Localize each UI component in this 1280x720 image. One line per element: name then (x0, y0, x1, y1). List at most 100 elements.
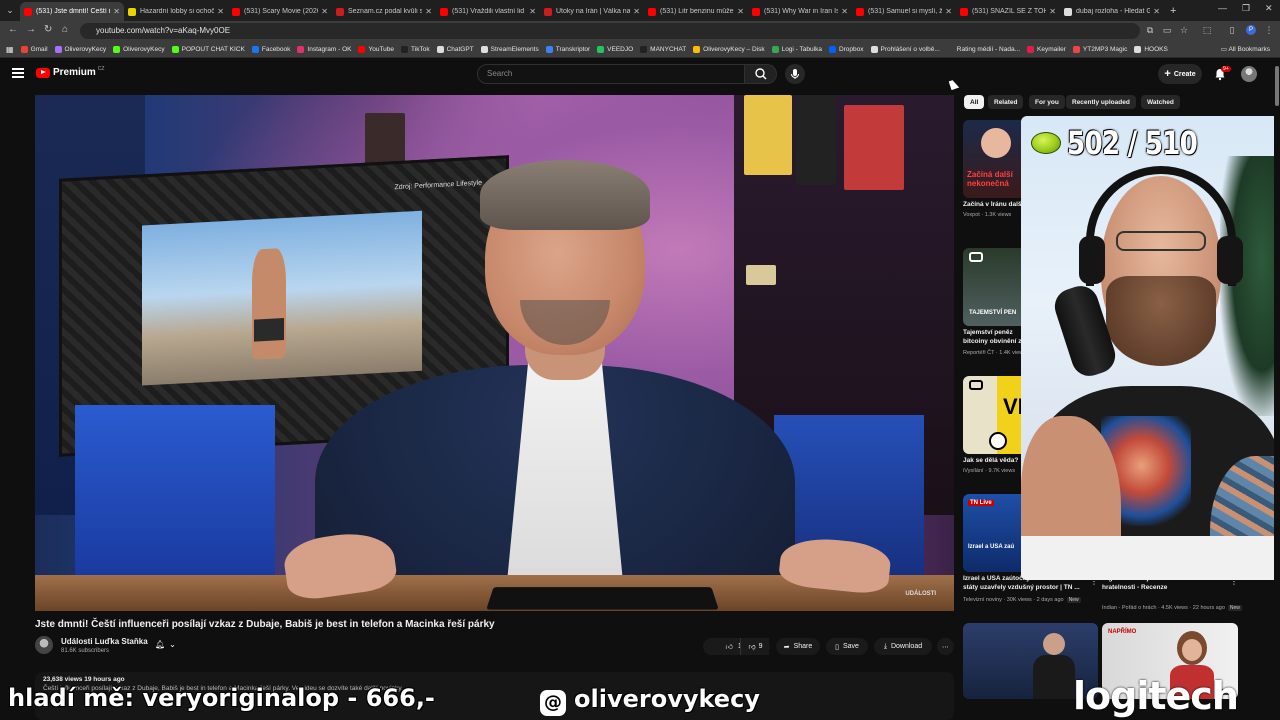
browser-tab[interactable]: Útoky na Írán | Válka na B ✕ (540, 2, 644, 21)
browser-tab[interactable]: (531) SNAŽIL SE Z TOHO ✕ (956, 2, 1060, 21)
filter-chip[interactable]: For you (1029, 95, 1065, 109)
filter-chip[interactable]: All (964, 95, 985, 109)
bookmark-item[interactable]: OliverovyKecy (54, 45, 106, 53)
forward-icon[interactable]: → (26, 24, 36, 35)
youtube-logo[interactable]: Premium CZ (36, 66, 104, 78)
browser-tab[interactable]: (531) Why War in Iran Is T ✕ (748, 2, 852, 21)
rec-title-3[interactable]: Jak se dělá věda? (963, 457, 1023, 465)
search-input[interactable]: Search (477, 64, 745, 84)
subscription-bell-button[interactable]: 🔔︎ ⌄ (155, 640, 187, 654)
apps-icon[interactable]: ▦ (6, 45, 14, 54)
bookmark-item[interactable]: Keymailer (1027, 45, 1066, 53)
voice-search-button[interactable] (785, 64, 805, 84)
rec-title-2[interactable]: Tajemství peněz (963, 329, 1023, 337)
close-tab-icon[interactable]: ✕ (321, 7, 328, 16)
close-window-icon[interactable]: ✕ (1265, 3, 1273, 14)
back-icon[interactable]: ← (8, 24, 18, 35)
bookmark-item[interactable]: Logi - Tabulka (771, 45, 822, 53)
dislike-count: 9 (758, 643, 763, 650)
dislike-button[interactable]: 👎︎ 9 (740, 638, 770, 655)
bookmark-item[interactable]: Instagram - OK (297, 45, 351, 53)
bookmark-item[interactable]: POPOUT CHAT KICK (171, 45, 245, 53)
bookmark-item[interactable]: StreamElements (480, 45, 539, 53)
hamburger-menu-icon[interactable] (12, 68, 24, 78)
bookmark-star-icon[interactable]: ☆ (1179, 25, 1189, 35)
browser-tab[interactable]: Hazardní lobby si ochočil ✕ (124, 2, 228, 21)
extensions-icon[interactable]: ⬚ (1202, 25, 1212, 35)
cast-icon[interactable]: ▭ (1162, 25, 1172, 35)
account-avatar[interactable] (1241, 66, 1257, 82)
profile-icon[interactable]: P (1246, 25, 1256, 35)
filter-chip[interactable]: Watched (1141, 95, 1180, 109)
rec-title-1[interactable]: Začíná v Íránu další (963, 201, 1023, 209)
close-tab-icon[interactable]: ✕ (1153, 7, 1160, 16)
browser-tab[interactable]: dubaj rozloha - Hledat G ✕ (1060, 2, 1164, 21)
page-scrollbar[interactable] (1274, 62, 1280, 720)
bookmark-item[interactable]: Gmail (20, 45, 48, 53)
close-tab-icon[interactable]: ✕ (113, 7, 120, 16)
close-tab-icon[interactable]: ✕ (841, 7, 848, 16)
rec-thumbnail-1[interactable]: Začíná další nekonečná (963, 120, 1025, 198)
download-button[interactable]: ⤓ Download (874, 638, 932, 655)
bookmark-item[interactable]: OliverovyKecy – Disk (693, 45, 765, 53)
maximize-icon[interactable]: ❐ (1242, 3, 1250, 14)
lemon-icon (1031, 132, 1061, 154)
filter-chip[interactable]: Recently uploaded (1066, 95, 1136, 109)
new-tab-button[interactable]: + (1170, 5, 1176, 17)
close-tab-icon[interactable]: ✕ (425, 7, 432, 16)
share-button[interactable]: ➦ Share (776, 638, 820, 655)
create-button[interactable]: + Create (1158, 64, 1202, 84)
sidebar-icon[interactable]: ▯ (1227, 25, 1237, 35)
bookmark-item[interactable]: Facebook (251, 45, 290, 53)
browser-tab[interactable]: (531) Litr benzinu může b ✕ (644, 2, 748, 21)
rec-title-4-line2[interactable]: státy uzavřely vzdušný prostor | TN ... (963, 584, 1080, 592)
browser-tab[interactable]: (531) Jste dmntí! Čeští influ✕ (20, 2, 124, 21)
close-tab-icon[interactable]: ✕ (529, 7, 536, 16)
tab-favicon-icon (440, 7, 448, 16)
search-button[interactable] (745, 64, 777, 84)
thumbs-down-icon: 👎︎ (748, 644, 756, 651)
bookmark-item[interactable]: Transkriptor (545, 45, 590, 53)
rec-thumbnail-2[interactable]: TAJEMSTVÍ PEN (963, 248, 1025, 326)
bookmark-item[interactable]: YT2MP3 Magic (1072, 45, 1127, 53)
scrollbar-thumb[interactable] (1275, 66, 1279, 106)
rec-title-5-line2[interactable]: hratelnosti - Recenze (1102, 584, 1167, 592)
channel-name[interactable]: Události Luďka Staňka (61, 637, 148, 646)
bookmark-item[interactable]: VEEDJO (597, 45, 633, 53)
filter-chip[interactable]: Related (988, 95, 1024, 109)
bookmark-item[interactable]: Dropbox (828, 45, 864, 53)
bell-icon: 🔔︎ (155, 640, 166, 649)
browser-tab[interactable]: (531) Samuel si myslí, že je✕ (852, 2, 956, 21)
close-tab-icon[interactable]: ✕ (633, 7, 640, 16)
home-icon[interactable]: ⌂ (62, 24, 68, 35)
browser-menu-icon[interactable]: ⋮ (1264, 25, 1274, 35)
bookmark-item[interactable]: Prohlášení o volbě... (870, 45, 940, 53)
close-tab-icon[interactable]: ✕ (737, 7, 744, 16)
minimize-icon[interactable]: — (1218, 3, 1227, 13)
bookmark-item[interactable]: HOOKS (1134, 45, 1168, 53)
video-player[interactable]: Zdroj: Performance Lifestyle UDÁLOSTI (35, 95, 954, 611)
translate-icon[interactable]: ⧉ (1145, 25, 1155, 35)
save-button[interactable]: ▯ Save (826, 638, 868, 655)
bookmark-item[interactable]: YouTube (358, 45, 394, 53)
tab-search-icon[interactable]: ⌄ (0, 0, 20, 21)
bookmark-item[interactable]: ChatGPT (436, 45, 474, 53)
rec-thumbnail-4[interactable]: TN Live Izrael a USA zaú (963, 494, 1025, 572)
bookmark-item[interactable]: Rating médií - Nada... (946, 45, 1020, 53)
address-bar[interactable]: youtube.com/watch?v=aKaq-Mvy0OE (80, 23, 1140, 39)
close-tab-icon[interactable]: ✕ (217, 7, 224, 16)
all-bookmarks-button[interactable]: ▭ All Bookmarks (1221, 45, 1270, 53)
channel-avatar[interactable] (35, 636, 53, 654)
close-tab-icon[interactable]: ✕ (1049, 7, 1056, 16)
rec-title-2-line2[interactable]: bitcoiny obvinění z (963, 338, 1023, 346)
browser-tab[interactable]: Seznam.cz podal kvůli slíb ✕ (332, 2, 436, 21)
more-actions-button[interactable]: ⋯ (937, 638, 954, 655)
close-tab-icon[interactable]: ✕ (945, 7, 952, 16)
browser-tab[interactable]: (531) Vraždili vlastní lid a t ✕ (436, 2, 540, 21)
reload-icon[interactable]: ↻ (44, 24, 52, 35)
bookmark-item[interactable]: OliverovyKecy (113, 45, 165, 53)
bookmark-item[interactable]: TikTok (401, 45, 430, 53)
bookmark-item[interactable]: MANYCHAT (640, 45, 686, 53)
browser-tab[interactable]: (531) Scary Movie (2026) O✕ (228, 2, 332, 21)
rec-thumbnail-3[interactable]: VĚ (963, 376, 1025, 454)
